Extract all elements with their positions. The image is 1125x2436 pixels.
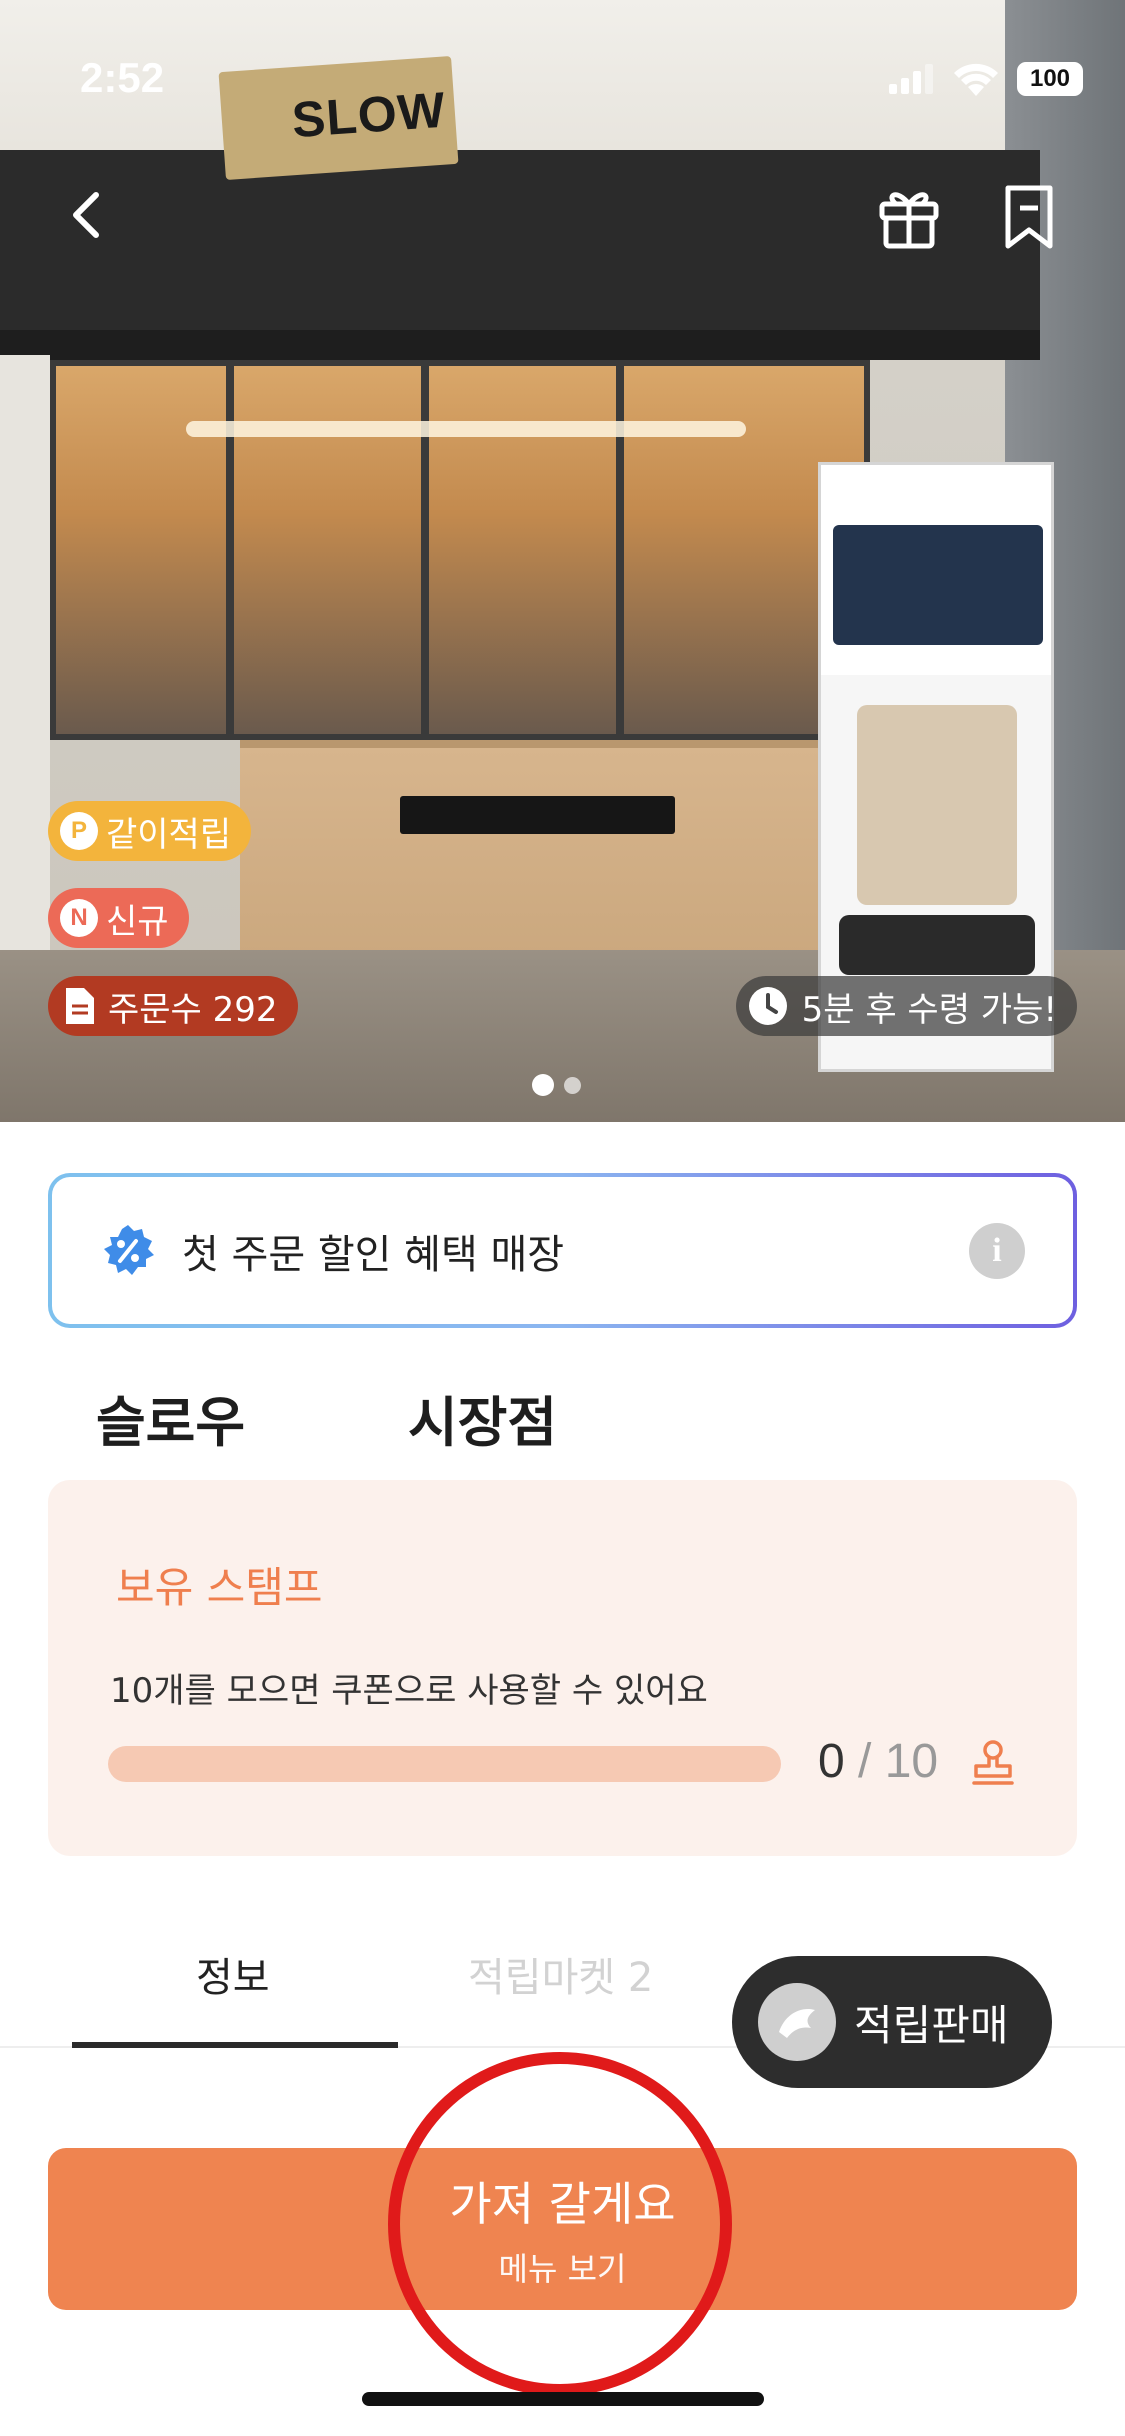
points-icon: P — [60, 812, 98, 850]
store-branch: 시장점 — [408, 1391, 558, 1454]
stamp-total: 10 — [884, 1735, 939, 1788]
carousel-dot — [564, 1076, 581, 1094]
sell-points-label: 적립판매 — [854, 2000, 1009, 2050]
photo-wall — [0, 355, 50, 955]
status-time: 2:52 — [80, 54, 165, 101]
stamp-progress-bar — [108, 1746, 781, 1782]
stamp-count: 0 / 10 — [818, 1734, 938, 1789]
order-count-badge: 주문수 292 — [48, 976, 298, 1036]
carousel-dot-active — [532, 1074, 554, 1096]
carousel-indicator — [532, 1074, 581, 1096]
highlight-circle — [388, 2052, 732, 2396]
first-order-promo[interactable]: 첫 주문 할인 혜택 매장 i — [48, 1173, 1077, 1328]
photo-facade-band — [0, 330, 1040, 360]
home-indicator — [362, 2392, 764, 2406]
promo-text: 첫 주문 할인 혜택 매장 — [182, 1231, 565, 1278]
stamp-description: 10개를 모으면 쿠폰으로 사용할 수 있어요 — [110, 1671, 708, 1711]
back-icon[interactable] — [66, 190, 106, 240]
sell-points-button[interactable]: 적립판매 — [732, 1956, 1052, 2088]
photo-facade — [0, 150, 1040, 355]
gift-icon[interactable] — [876, 182, 942, 250]
new-badge: N 신규 — [48, 888, 189, 948]
pickup-time-badge: 5분 후 수령 가능! — [735, 976, 1077, 1036]
bookmark-icon[interactable] — [1002, 182, 1056, 252]
store-name: 슬로우 — [96, 1391, 246, 1454]
photo-window — [50, 360, 870, 740]
tab-market[interactable]: 적립마켓 2 — [468, 1945, 653, 2003]
store-photo[interactable]: SLOW — [0, 0, 1125, 1122]
battery-icon: 100 — [1017, 62, 1083, 96]
document-icon — [66, 988, 94, 1024]
stamp-separator: / — [844, 1735, 885, 1788]
sell-avatar-icon — [758, 1983, 836, 2061]
new-icon: N — [60, 899, 98, 937]
new-label: 신규 — [106, 901, 169, 942]
discount-icon — [104, 1224, 154, 1275]
stamp-card: 보유 스탬프 10개를 모으면 쿠폰으로 사용할 수 있어요 0 / 10 — [48, 1480, 1077, 1856]
order-count-label: 주문수 292 — [108, 989, 278, 1030]
tab-active-indicator — [72, 2042, 398, 2048]
stamp-icon — [972, 1740, 1014, 1785]
shop-sign-text: SLOW — [290, 81, 448, 149]
stamp-current: 0 — [818, 1735, 845, 1788]
battery-level: 100 — [1029, 65, 1071, 92]
shop-sign: SLOW — [218, 56, 459, 180]
clock-icon — [748, 987, 787, 1025]
stamp-title: 보유 스탬프 — [116, 1563, 323, 1612]
info-icon[interactable]: i — [969, 1222, 1025, 1279]
join-points-badge: P 같이적립 — [48, 801, 252, 861]
pickup-time-label: 5분 후 수령 가능! — [801, 989, 1057, 1030]
signal-icon — [889, 64, 933, 94]
wifi-icon — [954, 63, 998, 96]
tab-info[interactable]: 정보 — [196, 1945, 270, 2003]
status-icons: 100 — [889, 62, 1083, 96]
join-points-label: 같이적립 — [106, 814, 232, 855]
